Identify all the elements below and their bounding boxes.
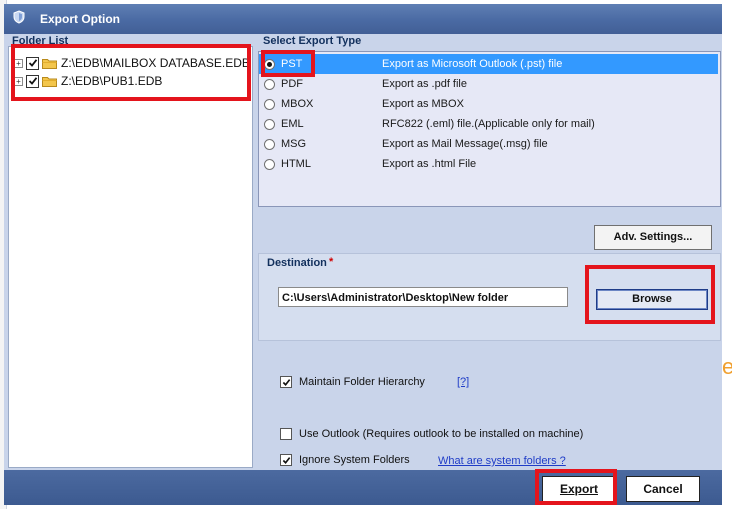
option-name: EML bbox=[281, 118, 304, 130]
folder-path: Z:\EDB\PUB1.EDB bbox=[61, 74, 163, 88]
use-outlook-label: Use Outlook (Requires outlook to be inst… bbox=[299, 428, 584, 440]
radio-button[interactable] bbox=[264, 159, 275, 170]
maintain-hierarchy-option[interactable]: Maintain Folder Hierarchy bbox=[280, 375, 425, 389]
option-description: Export as Mail Message(.msg) file bbox=[382, 138, 548, 150]
adv-settings-button[interactable]: Adv. Settings... bbox=[594, 225, 712, 250]
system-folders-help-link[interactable]: What are system folders ? bbox=[438, 455, 566, 467]
folder-checkbox[interactable] bbox=[26, 56, 39, 70]
folder-path: Z:\EDB\MAILBOX DATABASE.EDB bbox=[61, 56, 250, 70]
hierarchy-help-link[interactable]: [?] bbox=[457, 376, 469, 388]
export-option-pst[interactable]: PST Export as Microsoft Outlook (.pst) f… bbox=[259, 54, 718, 74]
cancel-button[interactable]: Cancel bbox=[626, 476, 700, 502]
ignore-system-option[interactable]: Ignore System Folders bbox=[280, 453, 410, 467]
shield-icon bbox=[13, 10, 25, 24]
expand-icon[interactable]: + bbox=[14, 58, 23, 68]
radio-button[interactable] bbox=[264, 99, 275, 110]
option-name: MBOX bbox=[281, 98, 314, 110]
checkmark-icon bbox=[28, 59, 37, 67]
option-description: Export as MBOX bbox=[382, 98, 464, 110]
checkmark-icon bbox=[28, 77, 37, 85]
required-mark: * bbox=[329, 256, 334, 268]
ignore-system-label: Ignore System Folders bbox=[299, 454, 410, 466]
destination-path-input[interactable]: C:\Users\Administrator\Desktop\New folde… bbox=[278, 287, 568, 307]
folder-tree-item[interactable]: + Z:\EDB\MAILBOX DATABASE.EDB bbox=[14, 55, 250, 71]
browse-button[interactable]: Browse bbox=[596, 289, 708, 310]
radio-button[interactable] bbox=[264, 139, 275, 150]
option-description: Export as .pdf file bbox=[382, 78, 467, 90]
export-option-pdf[interactable]: PDF Export as .pdf file bbox=[259, 74, 718, 94]
export-option-mbox[interactable]: MBOX Export as MBOX bbox=[259, 94, 718, 114]
export-button[interactable]: Export bbox=[542, 476, 616, 502]
option-description: RFC822 (.eml) file.(Applicable only for … bbox=[382, 118, 595, 130]
checkmark-icon bbox=[282, 456, 290, 464]
checkmark-icon bbox=[282, 378, 290, 386]
use-outlook-option[interactable]: Use Outlook (Requires outlook to be inst… bbox=[280, 427, 583, 441]
use-outlook-checkbox[interactable] bbox=[280, 428, 292, 440]
option-description: Export as .html File bbox=[382, 158, 477, 170]
maintain-hierarchy-checkbox[interactable] bbox=[280, 376, 292, 388]
option-name: MSG bbox=[281, 138, 307, 150]
dialog-title: Export Option bbox=[40, 12, 120, 26]
expand-icon[interactable]: + bbox=[14, 76, 23, 86]
option-name: PST bbox=[281, 58, 303, 70]
folder-checkbox[interactable] bbox=[26, 74, 39, 88]
export-type-label: Select Export Type bbox=[263, 35, 362, 47]
background-app-glyph: e bbox=[722, 354, 732, 379]
background-app-right-strip bbox=[722, 0, 732, 509]
option-name: HTML bbox=[281, 158, 311, 170]
folder-tree-item[interactable]: + Z:\EDB\PUB1.EDB bbox=[14, 73, 162, 89]
option-description: Export as Microsoft Outlook (.pst) file bbox=[382, 58, 563, 70]
radio-button[interactable] bbox=[264, 79, 275, 90]
radio-button[interactable] bbox=[264, 119, 275, 130]
destination-label: Destination bbox=[267, 257, 327, 269]
export-option-eml[interactable]: EML RFC822 (.eml) file.(Applicable only … bbox=[259, 114, 718, 134]
radio-button[interactable] bbox=[264, 59, 275, 70]
folder-icon bbox=[42, 76, 57, 87]
ignore-system-checkbox[interactable] bbox=[280, 454, 292, 466]
maintain-hierarchy-label: Maintain Folder Hierarchy bbox=[299, 376, 425, 388]
folder-list-panel[interactable] bbox=[8, 46, 253, 468]
export-option-msg[interactable]: MSG Export as Mail Message(.msg) file bbox=[259, 134, 718, 154]
export-button-label: Export bbox=[559, 482, 598, 496]
export-option-html[interactable]: HTML Export as .html File bbox=[259, 154, 718, 174]
option-name: PDF bbox=[281, 78, 303, 90]
folder-icon bbox=[42, 58, 57, 69]
